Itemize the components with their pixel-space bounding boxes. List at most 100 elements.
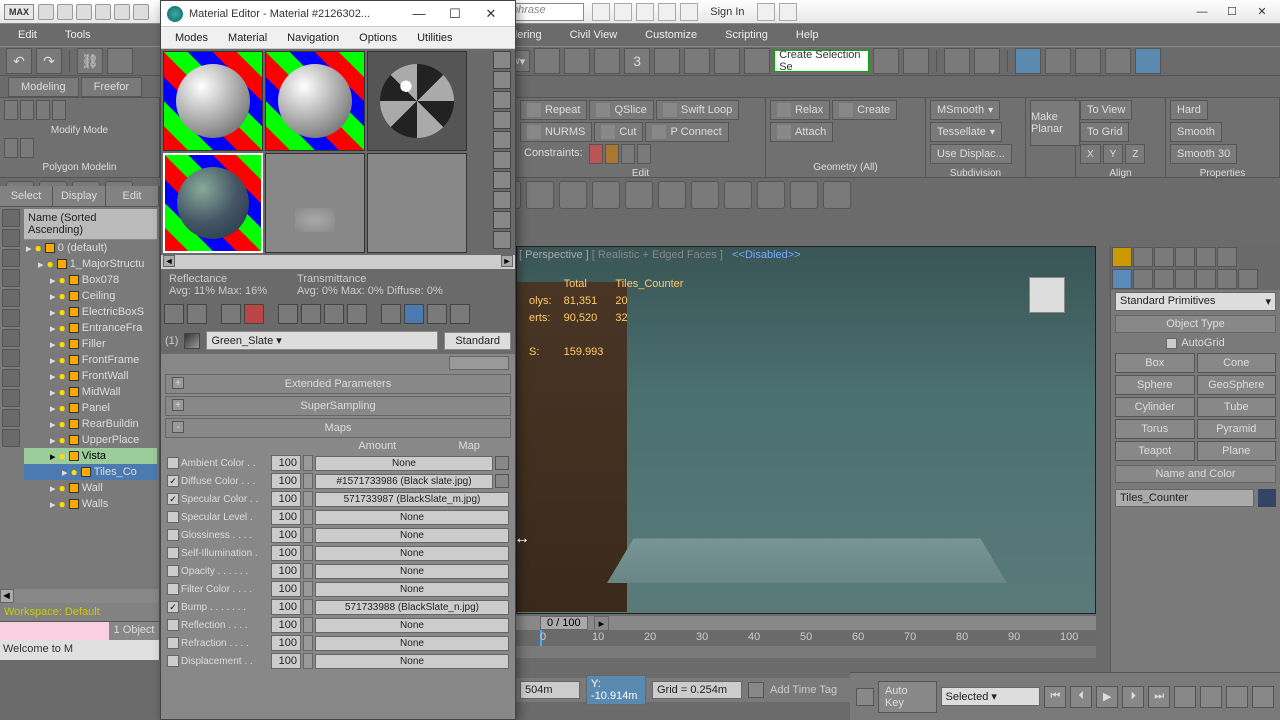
- me-tb-icon[interactable]: [381, 304, 401, 324]
- tree-item[interactable]: ▸●0 (default): [24, 240, 157, 256]
- goto-end-icon[interactable]: ⏭: [1148, 686, 1170, 708]
- me-minimize-button[interactable]: —: [401, 6, 437, 21]
- menu-customize[interactable]: Customize: [631, 26, 711, 44]
- me-menu-utilities[interactable]: Utilities: [407, 29, 462, 47]
- tree-item[interactable]: ▸●FrontWall: [24, 368, 157, 384]
- vp-label-shade[interactable]: [ Realistic + Edged Faces ]: [592, 249, 723, 261]
- rbtn[interactable]: [52, 100, 66, 120]
- me-tb-icon[interactable]: [301, 304, 321, 324]
- time-tag-icon[interactable]: [748, 682, 764, 698]
- constraint-face-icon[interactable]: [621, 144, 635, 164]
- hierarchy-tab-icon[interactable]: [1154, 247, 1174, 267]
- menu-edit[interactable]: Edit: [4, 26, 51, 44]
- cut-button[interactable]: Cut: [594, 122, 643, 142]
- table-icon[interactable]: [757, 181, 785, 209]
- scroll-left-icon[interactable]: ◄: [0, 589, 14, 603]
- y-coord[interactable]: Y: -10.914m: [586, 675, 646, 705]
- spinner-icon[interactable]: [303, 545, 313, 561]
- tree-item[interactable]: ▸●Vista: [24, 448, 157, 464]
- vp-label-persp[interactable]: [ Perspective ]: [519, 249, 589, 261]
- smooth30-button[interactable]: Smooth 30: [1170, 144, 1237, 164]
- qat-project-icon[interactable]: [133, 4, 149, 20]
- tree-item[interactable]: ▸●UpperPlace: [24, 432, 157, 448]
- rbtn[interactable]: [20, 100, 34, 120]
- filter-icon[interactable]: [2, 309, 20, 327]
- map-amount[interactable]: 100: [271, 473, 301, 489]
- named-sel-icon[interactable]: [744, 48, 770, 74]
- tree-item[interactable]: ▸●1_MajorStructu: [24, 256, 157, 272]
- lights-cat-icon[interactable]: [1154, 269, 1174, 289]
- nav-icon[interactable]: [1200, 686, 1222, 708]
- map-amount[interactable]: 100: [271, 653, 301, 669]
- map-amount[interactable]: 100: [271, 635, 301, 651]
- map-slot-button[interactable]: None: [315, 510, 509, 525]
- grass-icon[interactable]: [625, 181, 653, 209]
- x-button[interactable]: X: [1080, 144, 1101, 164]
- signin-link[interactable]: Sign In: [710, 6, 744, 18]
- filter-icon[interactable]: [2, 209, 20, 227]
- map-checkbox[interactable]: [167, 637, 179, 649]
- sample-slot-4[interactable]: [163, 153, 263, 253]
- workspace-label[interactable]: Workspace: Default: [0, 603, 159, 621]
- msmooth-button[interactable]: MSmooth ▾: [930, 100, 1000, 120]
- me-tb-icon[interactable]: [427, 304, 447, 324]
- me-titlebar[interactable]: Material Editor - Material #2126302... —…: [161, 1, 515, 27]
- snow-icon[interactable]: [592, 181, 620, 209]
- filter-icon[interactable]: [2, 429, 20, 447]
- add-time-tag[interactable]: Add Time Tag: [770, 684, 837, 696]
- smooth-button[interactable]: Smooth: [1170, 122, 1222, 142]
- map-slot-button[interactable]: None: [315, 564, 509, 579]
- primitive-dropdown[interactable]: Standard Primitives▾: [1115, 292, 1276, 311]
- snap-toggle-icon[interactable]: [534, 48, 560, 74]
- scale-3-icon[interactable]: 3: [624, 48, 650, 74]
- repeat-button[interactable]: Repeat: [520, 100, 587, 120]
- spacewarps-cat-icon[interactable]: [1217, 269, 1237, 289]
- filter-icon[interactable]: [2, 229, 20, 247]
- sample-slot-3[interactable]: [367, 51, 467, 151]
- me-menu-material[interactable]: Material: [218, 29, 277, 47]
- menu-tools[interactable]: Tools: [51, 26, 105, 44]
- sample-slot-1[interactable]: [163, 51, 263, 151]
- spinner-icon[interactable]: [303, 455, 313, 471]
- map-amount[interactable]: 100: [271, 563, 301, 579]
- rotate-icon[interactable]: [594, 48, 620, 74]
- tessellate-button[interactable]: Tessellate ▾: [930, 122, 1002, 142]
- qat-save-icon[interactable]: [76, 4, 92, 20]
- layer-icon[interactable]: [944, 48, 970, 74]
- frame-indicator[interactable]: 0 / 100: [540, 616, 588, 630]
- menu-scripting[interactable]: Scripting: [711, 26, 782, 44]
- create-tab-icon[interactable]: [1112, 247, 1132, 267]
- me-side-icon[interactable]: [493, 51, 511, 69]
- usedisplac-button[interactable]: Use Displac...: [930, 144, 1012, 164]
- map-amount[interactable]: 100: [271, 509, 301, 525]
- star-icon[interactable]: [559, 181, 587, 209]
- move-icon[interactable]: [564, 48, 590, 74]
- extended-params-rollout[interactable]: +Extended Parameters: [165, 374, 511, 394]
- percent-snap-icon[interactable]: [684, 48, 710, 74]
- tree-item[interactable]: ▸●Wall: [24, 480, 157, 496]
- me-menu-navigation[interactable]: Navigation: [277, 29, 349, 47]
- sphere-icon[interactable]: [526, 181, 554, 209]
- me-menu-options[interactable]: Options: [349, 29, 407, 47]
- map-checkbox[interactable]: [167, 655, 179, 667]
- shapes-cat-icon[interactable]: [1133, 269, 1153, 289]
- filter-icon[interactable]: [2, 249, 20, 267]
- primitive-plane-button[interactable]: Plane: [1197, 441, 1277, 461]
- spinner-snap-icon[interactable]: [714, 48, 740, 74]
- qat-undo-icon[interactable]: [95, 4, 111, 20]
- key-mode-dropdown[interactable]: Selected ▾: [941, 687, 1041, 706]
- primitive-pyramid-button[interactable]: Pyramid: [1197, 419, 1277, 439]
- rbtn[interactable]: [4, 138, 18, 158]
- qat-redo-icon[interactable]: [114, 4, 130, 20]
- map-amount[interactable]: 100: [271, 491, 301, 507]
- filter-icon[interactable]: [2, 349, 20, 367]
- helpers-cat-icon[interactable]: [1196, 269, 1216, 289]
- map-slot-button[interactable]: None: [315, 654, 509, 669]
- nav-icon[interactable]: [1252, 686, 1274, 708]
- prev-frame-icon[interactable]: ⏴: [1070, 686, 1092, 708]
- tree-item[interactable]: ▸●EntranceFra: [24, 320, 157, 336]
- filter-icon[interactable]: [2, 329, 20, 347]
- material-name-input[interactable]: Green_Slate ▾: [206, 331, 438, 350]
- me-delete-icon[interactable]: [244, 304, 264, 324]
- map-amount[interactable]: 100: [271, 545, 301, 561]
